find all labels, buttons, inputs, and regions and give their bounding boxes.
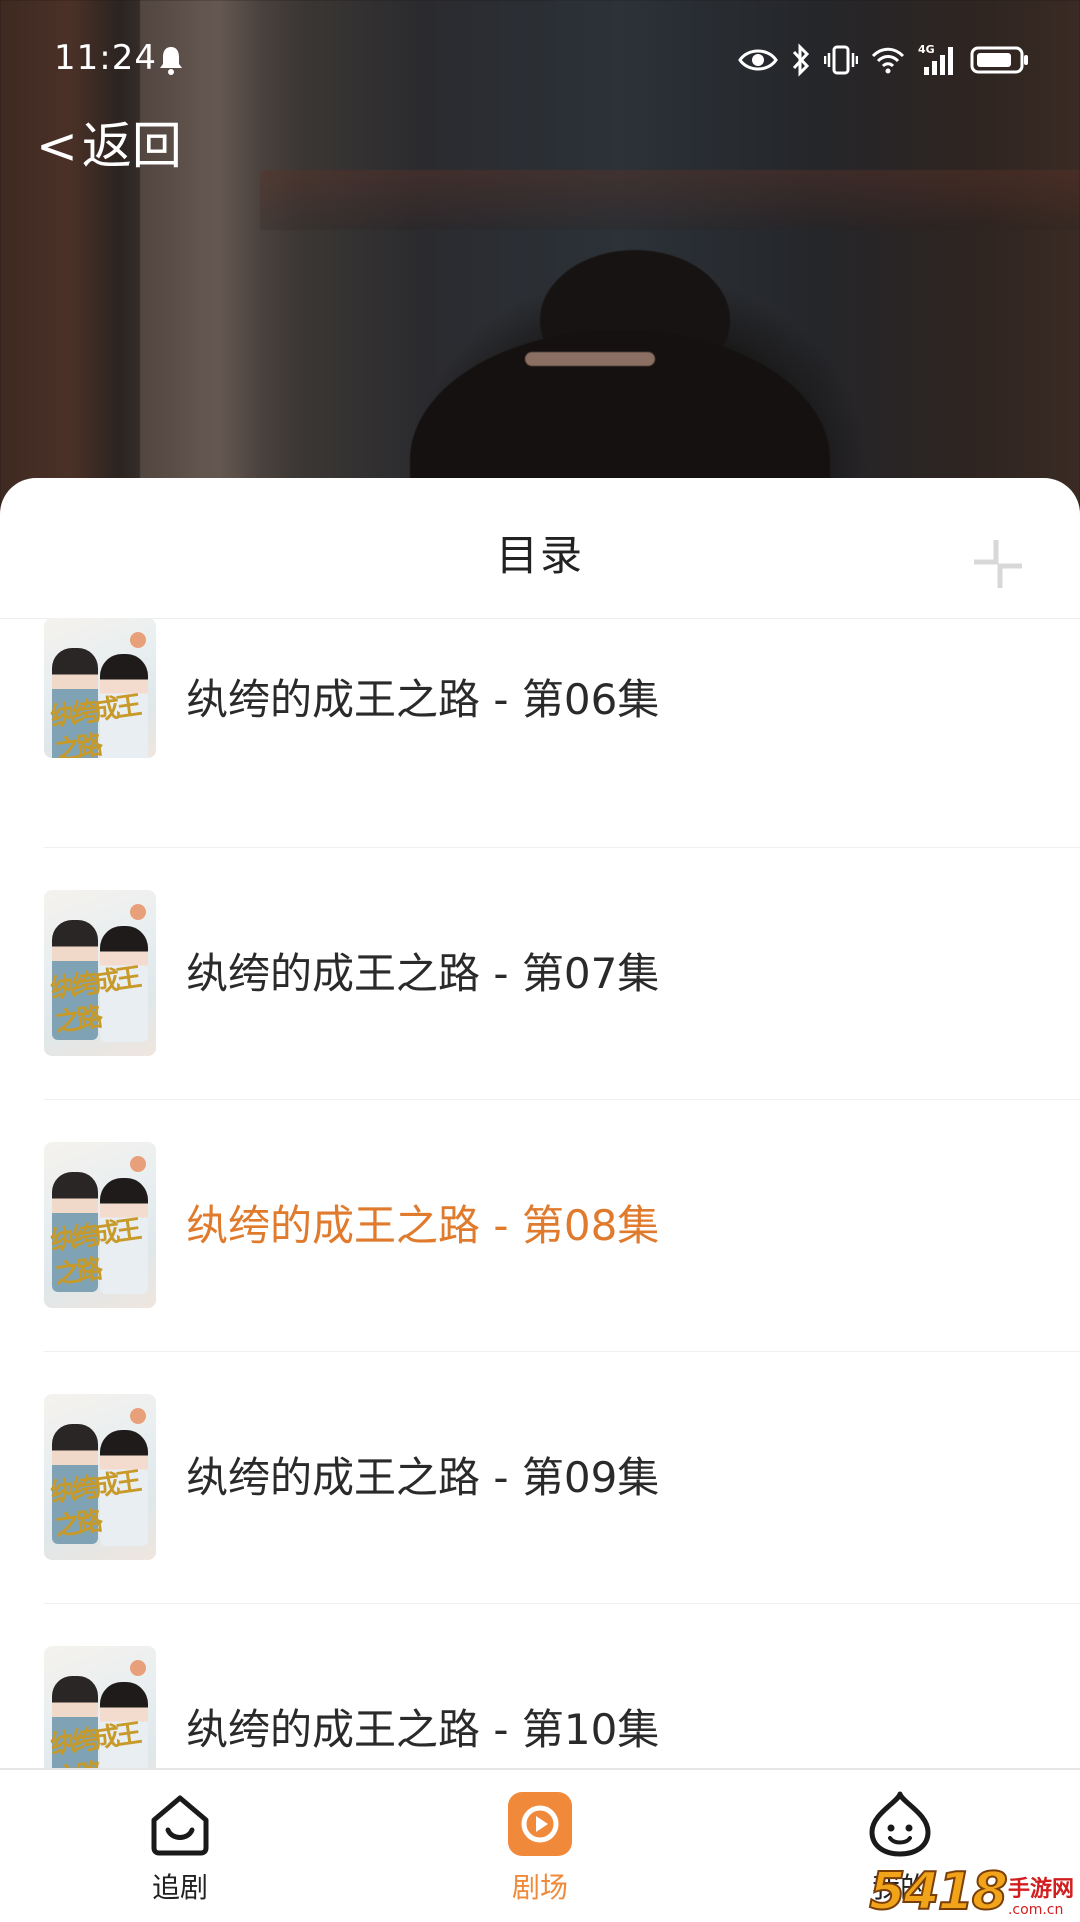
wifi-icon <box>871 47 905 74</box>
battery-icon <box>970 46 1028 74</box>
episode-item-active[interactable]: 纨绔成王之路 纨绔的成王之路 - 第08集 <box>0 1100 1080 1352</box>
episode-label: 纨绔的成王之路 - 第08集 <box>186 1201 660 1250</box>
thumbnail-sun <box>130 632 146 648</box>
nav-item-theater[interactable]: 剧场 <box>440 1770 640 1922</box>
episode-directory-sheet: 目录 纨绔成王之路 纨绔的成王之路 - 第06集 纨绔成王之路 纨绔的成王之路 … <box>0 478 1080 1920</box>
network-type-label: 4G <box>918 43 935 56</box>
bluetooth-icon <box>792 43 810 77</box>
status-icons: 4G <box>738 40 1030 80</box>
back-chevron-icon: < <box>36 117 78 175</box>
watermark-text-group: 手游网 .com.cn <box>1007 1877 1074 1919</box>
episode-item[interactable]: 纨绔成王之路 纨绔的成王之路 - 第06集 <box>0 618 1080 848</box>
collapse-icon[interactable] <box>972 538 1024 590</box>
episode-thumbnail: 纨绔成王之路 <box>44 618 156 758</box>
thumbnail-sun <box>130 904 146 920</box>
watermark-text: 手游网 <box>1007 1877 1074 1902</box>
nav-item-follow[interactable]: 追剧 <box>80 1770 280 1922</box>
episode-thumbnail: 纨绔成王之路 <box>44 1142 156 1308</box>
signal-4g-icon: 4G <box>918 43 953 75</box>
nav-label-follow: 追剧 <box>151 1871 208 1904</box>
sheet-title: 目录 <box>495 531 584 580</box>
back-button[interactable]: < 返回 <box>36 114 182 178</box>
video-frame-beam <box>260 170 1080 230</box>
video-frame-hair-band <box>525 352 655 366</box>
site-watermark: 5418 手游网 .com.cn <box>868 1862 1074 1922</box>
status-bar: 11:24 4G <box>0 0 1080 120</box>
status-time: 11:24 <box>54 38 157 78</box>
sheet-header: 目录 <box>0 478 1080 619</box>
thumbnail-sun <box>130 1408 146 1424</box>
episode-item[interactable]: 纨绔成王之路 纨绔的成王之路 - 第07集 <box>0 848 1080 1100</box>
episode-label: 纨绔的成王之路 - 第09集 <box>186 1453 660 1502</box>
thumbnail-sun <box>130 1660 146 1676</box>
play-icon <box>508 1792 572 1856</box>
watermark-domain: .com.cn <box>1007 1902 1064 1918</box>
eye-icon <box>738 49 778 71</box>
back-label: 返回 <box>81 117 182 175</box>
nav-label-theater: 剧场 <box>511 1871 568 1904</box>
watermark-number: 5418 <box>868 1862 1009 1922</box>
episode-thumbnail: 纨绔成王之路 <box>44 1394 156 1560</box>
episode-label: 纨绔的成王之路 - 第06集 <box>186 675 660 724</box>
episode-item[interactable]: 纨绔成王之路 纨绔的成王之路 - 第10集 <box>0 1604 1080 1778</box>
profile-face-icon <box>869 1791 931 1857</box>
episode-label: 纨绔的成王之路 - 第10集 <box>186 1705 660 1754</box>
vibrate-icon <box>824 45 858 75</box>
episode-item[interactable]: 纨绔成王之路 纨绔的成王之路 - 第09集 <box>0 1352 1080 1604</box>
thumbnail-sun <box>130 1156 146 1172</box>
episode-list[interactable]: 纨绔成王之路 纨绔的成王之路 - 第06集 纨绔成王之路 纨绔的成王之路 - 第… <box>0 618 1080 1778</box>
episode-thumbnail: 纨绔成王之路 <box>44 1646 156 1778</box>
episode-label: 纨绔的成王之路 - 第07集 <box>186 949 660 998</box>
home-smile-icon <box>151 1795 209 1856</box>
bell-icon <box>160 47 182 75</box>
episode-thumbnail: 纨绔成王之路 <box>44 890 156 1056</box>
